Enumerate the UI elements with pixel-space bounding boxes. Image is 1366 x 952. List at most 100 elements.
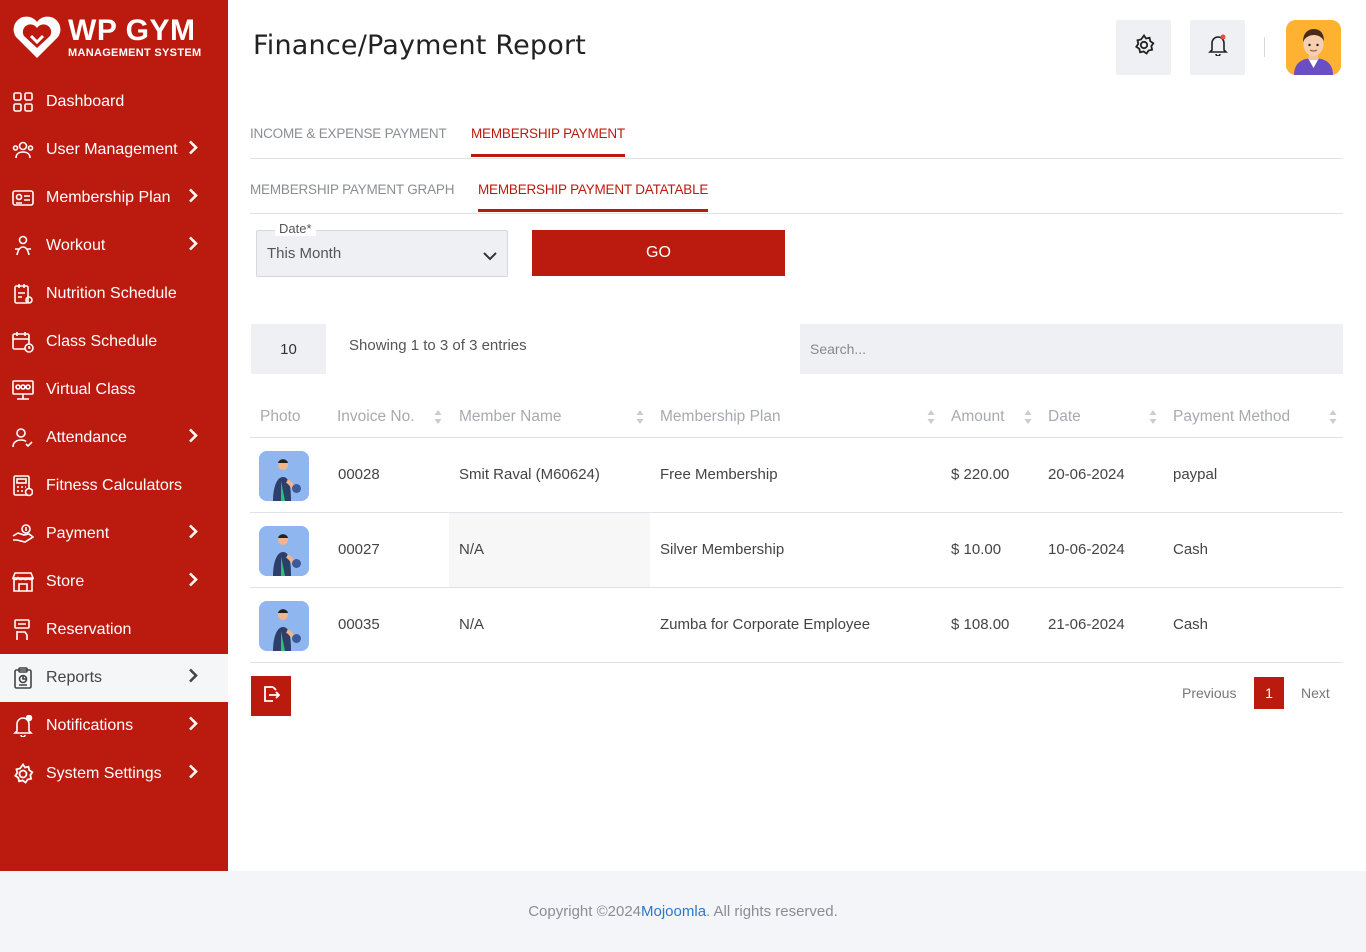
sidebar-nav: Dashboard User Management Membership Pla…: [0, 78, 228, 798]
reports-icon: [12, 667, 34, 689]
sidebar-item-user-management[interactable]: User Management: [0, 126, 228, 174]
table-row: 00028 Smit Raval (M60624) Free Membershi…: [250, 438, 1343, 513]
table-info-text: Showing 1 to 3 of 3 entries: [349, 337, 527, 354]
column-header-photo: Photo: [260, 408, 301, 425]
sidebar-item-store[interactable]: Store: [0, 558, 228, 606]
sort-icon[interactable]: [927, 409, 935, 425]
sidebar-item-system-settings[interactable]: System Settings: [0, 750, 228, 798]
payment-method: Cash: [1173, 541, 1209, 558]
brand-subtitle: MANAGEMENT SYSTEM: [68, 46, 202, 59]
store-icon: [12, 571, 34, 593]
calendar-icon: [12, 331, 34, 353]
sidebar-item-workout[interactable]: Workout: [0, 222, 228, 270]
brand-logo[interactable]: WP GYM MANAGEMENT SYSTEM: [12, 12, 201, 62]
sidebar-item-nutrition-schedule[interactable]: Nutrition Schedule: [0, 270, 228, 318]
footer-copyright-prefix: Copyright ©2024: [528, 903, 642, 920]
sidebar-item-label: Payment: [46, 525, 110, 542]
secondary-tabs: MEMBERSHIP PAYMENT GRAPH MEMBERSHIP PAYM…: [250, 168, 1343, 214]
membership-plan: Zumba for Corporate Employee: [660, 616, 871, 633]
chevron-right-icon: [188, 572, 198, 592]
amount: $ 108.00: [951, 616, 1010, 633]
membership-plan: Silver Membership: [660, 541, 785, 558]
pagination-previous[interactable]: Previous: [1182, 685, 1236, 701]
sidebar-item-label: Attendance: [46, 429, 127, 446]
column-header-amount[interactable]: Amount: [951, 408, 1004, 426]
sidebar-item-membership-plan[interactable]: Membership Plan: [0, 174, 228, 222]
column-header-date[interactable]: Date: [1048, 408, 1081, 426]
sidebar-item-label: Reports: [46, 669, 103, 686]
tab-membership-payment[interactable]: MEMBERSHIP PAYMENT: [471, 126, 625, 157]
notifications-button[interactable]: [1190, 20, 1245, 75]
sort-icon[interactable]: [1149, 409, 1157, 425]
sidebar-item-reports[interactable]: Reports: [0, 654, 228, 702]
membership-payment-table: Photo Invoice No. Member Name Membership…: [250, 397, 1343, 663]
member-photo: [259, 601, 309, 651]
amount: $ 220.00: [951, 466, 1010, 483]
page-length-select[interactable]: 10: [251, 324, 326, 374]
column-header-member-name[interactable]: Member Name: [459, 408, 562, 426]
payment-icon: [12, 523, 34, 545]
sidebar-item-dashboard[interactable]: Dashboard: [0, 78, 228, 126]
footer: Copyright ©2024 Mojoomla. All rights res…: [0, 871, 1366, 952]
virtual-class-icon: [12, 379, 34, 401]
header-divider: [1264, 37, 1265, 57]
chevron-right-icon: [188, 716, 198, 736]
sort-icon[interactable]: [1329, 409, 1337, 425]
sort-icon[interactable]: [636, 409, 644, 425]
payment-date: 21-06-2024: [1048, 616, 1125, 633]
date-select[interactable]: This Month: [256, 230, 508, 277]
payment-method: paypal: [1173, 466, 1218, 483]
sidebar-item-label: Store: [46, 573, 85, 590]
sidebar-item-payment[interactable]: Payment: [0, 510, 228, 558]
table-row: 00035 N/A Zumba for Corporate Employee $…: [250, 588, 1343, 663]
pagination-next[interactable]: Next: [1301, 685, 1330, 701]
settings-button[interactable]: [1116, 20, 1171, 75]
sidebar-item-label: Membership Plan: [46, 189, 171, 206]
sidebar-item-label: Fitness Calculators: [46, 477, 183, 494]
workout-icon: [12, 235, 34, 257]
table-row: 00027 N/A Silver Membership $ 10.00 10-0…: [250, 513, 1343, 588]
chevron-right-icon: [188, 668, 198, 688]
sidebar: WP GYM MANAGEMENT SYSTEM Dashboard User …: [0, 0, 228, 871]
go-button[interactable]: GO: [532, 230, 785, 276]
chevron-right-icon: [188, 524, 198, 544]
sidebar-item-label: Class Schedule: [46, 333, 158, 350]
sidebar-item-fitness-calculators[interactable]: Fitness Calculators: [0, 462, 228, 510]
column-header-membership-plan[interactable]: Membership Plan: [660, 408, 781, 426]
gear-icon: [12, 763, 34, 785]
user-avatar[interactable]: [1286, 20, 1341, 75]
sidebar-item-attendance[interactable]: Attendance: [0, 414, 228, 462]
sort-icon[interactable]: [434, 409, 442, 425]
sidebar-item-label: Virtual Class: [46, 381, 136, 398]
table-header-row: Photo Invoice No. Member Name Membership…: [250, 397, 1343, 438]
tab-income-expense-payment[interactable]: INCOME & EXPENSE PAYMENT: [250, 126, 447, 141]
tab-membership-payment-datatable[interactable]: MEMBERSHIP PAYMENT DATATABLE: [478, 182, 709, 212]
tab-membership-payment-graph[interactable]: MEMBERSHIP PAYMENT GRAPH: [250, 182, 454, 197]
chevron-down-icon: [483, 248, 497, 266]
sidebar-item-notifications[interactable]: Notifications: [0, 702, 228, 750]
bell-icon: [12, 715, 34, 737]
chevron-right-icon: [188, 428, 198, 448]
column-header-payment-method[interactable]: Payment Method: [1173, 408, 1290, 426]
member-photo: [259, 451, 309, 501]
export-button[interactable]: [251, 676, 291, 716]
pagination-page-1[interactable]: 1: [1254, 677, 1284, 709]
primary-tabs: INCOME & EXPENSE PAYMENT MEMBERSHIP PAYM…: [250, 112, 1343, 159]
bell-icon: [1207, 34, 1228, 61]
sidebar-item-label: Notifications: [46, 717, 134, 734]
column-header-invoice[interactable]: Invoice No.: [337, 408, 415, 426]
sidebar-item-label: System Settings: [46, 765, 162, 782]
member-photo: [259, 526, 309, 576]
payment-date: 10-06-2024: [1048, 541, 1125, 558]
dashboard-icon: [12, 91, 34, 113]
sidebar-item-class-schedule[interactable]: Class Schedule: [0, 318, 228, 366]
date-field-label: Date*: [275, 221, 316, 236]
sidebar-item-label: Nutrition Schedule: [46, 285, 177, 302]
footer-company-link[interactable]: Mojoomla: [641, 903, 706, 920]
payment-date: 20-06-2024: [1048, 466, 1125, 483]
chevron-right-icon: [188, 764, 198, 784]
sidebar-item-virtual-class[interactable]: Virtual Class: [0, 366, 228, 414]
sort-icon[interactable]: [1024, 409, 1032, 425]
search-input[interactable]: Search...: [800, 324, 1343, 374]
sidebar-item-reservation[interactable]: Reservation: [0, 606, 228, 654]
